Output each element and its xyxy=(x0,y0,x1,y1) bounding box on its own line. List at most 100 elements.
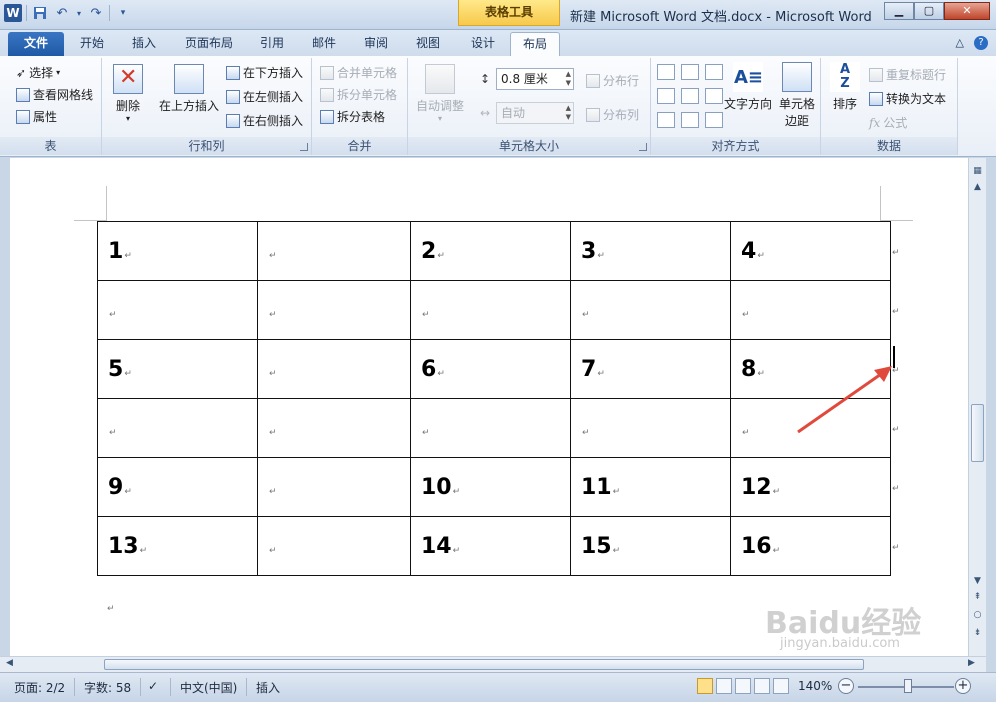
delete-button[interactable]: ✕ 删除 ▾ xyxy=(108,64,148,123)
horizontal-scrollbar[interactable]: ◀ ▶ xyxy=(0,656,986,672)
align-top-left-icon[interactable] xyxy=(657,64,675,80)
vertical-scroll-thumb[interactable] xyxy=(971,404,984,462)
table-cell[interactable]: ↵ xyxy=(570,398,731,458)
align-middle-left-icon[interactable] xyxy=(657,88,675,104)
status-word-count[interactable]: 字数: 58 xyxy=(84,679,131,696)
table-cell[interactable]: 12↵ xyxy=(730,457,891,517)
next-page-icon[interactable]: ⇟ xyxy=(971,628,984,638)
align-top-center-icon[interactable] xyxy=(681,64,699,80)
proofing-icon[interactable]: ✓ xyxy=(148,679,158,693)
customize-qat-icon[interactable]: ▾ xyxy=(114,4,132,22)
tab-review[interactable]: 审阅 xyxy=(354,32,398,56)
properties-button[interactable]: 属性 xyxy=(16,108,57,125)
zoom-slider-knob[interactable] xyxy=(904,679,912,693)
spinner-arrows-icon[interactable]: ▲ ▼ xyxy=(566,104,571,122)
tab-references[interactable]: 引用 xyxy=(250,32,294,56)
vertical-scrollbar[interactable]: ▦ ▲ ▼ ⇞ ○ ⇟ xyxy=(968,158,986,656)
tab-design[interactable]: 设计 xyxy=(460,32,506,56)
dialog-launcher-icon[interactable] xyxy=(639,143,647,151)
row-height-input[interactable]: 0.8 厘米 ▲ ▼ xyxy=(496,68,574,90)
document-table[interactable]: 1↵ ↵ 2↵ 3↵ 4↵ ↵ ↵ ↵ ↵ ↵ 5↵ ↵ 6↵ 7↵ 8↵ ↵ ↵ ↵ ↵ ↵ 9↵ ↵ 10↵ 11↵ 12↵… xyxy=(97,221,891,576)
status-insert-mode[interactable]: 插入 xyxy=(256,679,280,696)
autofit-button[interactable]: 自动调整 ▾ xyxy=(412,64,468,123)
scroll-left-icon[interactable]: ◀ xyxy=(6,658,13,668)
table-cell[interactable]: 3↵ xyxy=(570,221,731,281)
table-cell[interactable]: 10↵ xyxy=(410,457,571,517)
table-cell[interactable]: ↵ xyxy=(410,280,571,340)
table-cell[interactable]: ↵ xyxy=(97,398,258,458)
tab-file[interactable]: 文件 xyxy=(8,32,64,56)
save-icon[interactable] xyxy=(31,4,49,22)
horizontal-scroll-thumb[interactable] xyxy=(104,659,864,670)
table-cell[interactable]: ↵ xyxy=(257,398,411,458)
status-page[interactable]: 页面: 2/2 xyxy=(14,679,65,696)
insert-below-button[interactable]: 在下方插入 xyxy=(226,64,303,81)
table-cell[interactable]: 15↵ xyxy=(570,516,731,576)
minimize-icon[interactable]: ▁ xyxy=(884,2,914,20)
zoom-in-icon[interactable]: + xyxy=(955,678,971,694)
zoom-out-icon[interactable]: − xyxy=(838,678,854,694)
table-cell[interactable]: 5↵ xyxy=(97,339,258,399)
align-top-right-icon[interactable] xyxy=(705,64,723,80)
tab-page-layout[interactable]: 页面布局 xyxy=(172,32,246,56)
table-cell[interactable]: ↵ xyxy=(570,280,731,340)
align-middle-center-icon[interactable] xyxy=(681,88,699,104)
view-gridlines-button[interactable]: 查看网格线 xyxy=(16,86,93,103)
print-layout-view-icon[interactable] xyxy=(697,678,713,694)
undo-dropdown-icon[interactable]: ▾ xyxy=(75,4,83,22)
table-cell[interactable]: 14↵ xyxy=(410,516,571,576)
word-app-icon[interactable]: W xyxy=(4,4,22,22)
column-width-input[interactable]: 自动 ▲ ▼ xyxy=(496,102,574,124)
scroll-right-icon[interactable]: ▶ xyxy=(968,658,975,668)
minimize-ribbon-icon[interactable]: △ xyxy=(956,36,964,50)
align-middle-right-icon[interactable] xyxy=(705,88,723,104)
web-layout-view-icon[interactable] xyxy=(735,678,751,694)
table-cell[interactable]: 4↵ xyxy=(730,221,891,281)
tab-insert[interactable]: 插入 xyxy=(120,32,168,56)
insert-right-button[interactable]: 在右侧插入 xyxy=(226,112,303,129)
table-cell[interactable]: ↵ xyxy=(257,457,411,517)
split-cells-button[interactable]: 拆分单元格 xyxy=(320,86,397,103)
full-screen-reading-view-icon[interactable] xyxy=(716,678,732,694)
cell-margins-button[interactable]: 单元格 边距 xyxy=(775,62,819,129)
help-icon[interactable]: ? xyxy=(974,36,988,50)
table-cell[interactable]: 2↵ xyxy=(410,221,571,281)
table-cell[interactable]: 16↵ xyxy=(730,516,891,576)
distribute-rows-button[interactable]: 分布行 xyxy=(586,72,639,89)
close-icon[interactable]: ✕ xyxy=(944,2,990,20)
ruler-toggle-icon[interactable]: ▦ xyxy=(971,166,984,176)
table-cell[interactable]: ↵ xyxy=(257,280,411,340)
zoom-level[interactable]: 140% xyxy=(798,679,832,693)
table-cell[interactable]: 6↵ xyxy=(410,339,571,399)
table-cell[interactable]: ↵ xyxy=(257,221,411,281)
table-cell[interactable]: 11↵ xyxy=(570,457,731,517)
distribute-columns-button[interactable]: 分布列 xyxy=(586,106,639,123)
table-cell[interactable]: ↵ xyxy=(97,280,258,340)
table-cell[interactable]: ↵ xyxy=(257,339,411,399)
align-bottom-right-icon[interactable] xyxy=(705,112,723,128)
redo-icon[interactable]: ↷ xyxy=(87,4,105,22)
table-cell[interactable]: ↵ xyxy=(730,280,891,340)
tab-home[interactable]: 开始 xyxy=(68,32,116,56)
align-bottom-center-icon[interactable] xyxy=(681,112,699,128)
merge-cells-button[interactable]: 合并单元格 xyxy=(320,64,397,81)
formula-button[interactable]: fx 公式 xyxy=(869,114,907,131)
convert-to-text-button[interactable]: 转换为文本 xyxy=(869,90,946,107)
insert-above-button[interactable]: 在上方插入 xyxy=(156,64,222,114)
scroll-up-icon[interactable]: ▲ xyxy=(971,182,984,192)
tab-view[interactable]: 视图 xyxy=(406,32,450,56)
document-page[interactable]: 1↵ ↵ 2↵ 3↵ 4↵ ↵ ↵ ↵ ↵ ↵ 5↵ ↵ 6↵ 7↵ 8↵ ↵ ↵ ↵ ↵ ↵ 9↵ ↵ 10↵ 11↵ 12↵… xyxy=(10,158,968,656)
align-bottom-left-icon[interactable] xyxy=(657,112,675,128)
text-direction-button[interactable]: A≡ 文字方向 xyxy=(723,62,773,112)
table-cell[interactable]: 9↵ xyxy=(97,457,258,517)
dialog-launcher-icon[interactable] xyxy=(300,143,308,151)
draft-view-icon[interactable] xyxy=(773,678,789,694)
table-cell[interactable]: 13↵ xyxy=(97,516,258,576)
outline-view-icon[interactable] xyxy=(754,678,770,694)
select-button[interactable]: ➶ 选择 ▾ xyxy=(16,64,60,81)
tab-layout[interactable]: 布局 xyxy=(510,32,560,56)
undo-icon[interactable]: ↶ xyxy=(53,4,71,22)
repeat-header-rows-button[interactable]: 重复标题行 xyxy=(869,66,946,83)
table-cell[interactable]: 1↵ xyxy=(97,221,258,281)
status-language[interactable]: 中文(中国) xyxy=(180,679,237,696)
